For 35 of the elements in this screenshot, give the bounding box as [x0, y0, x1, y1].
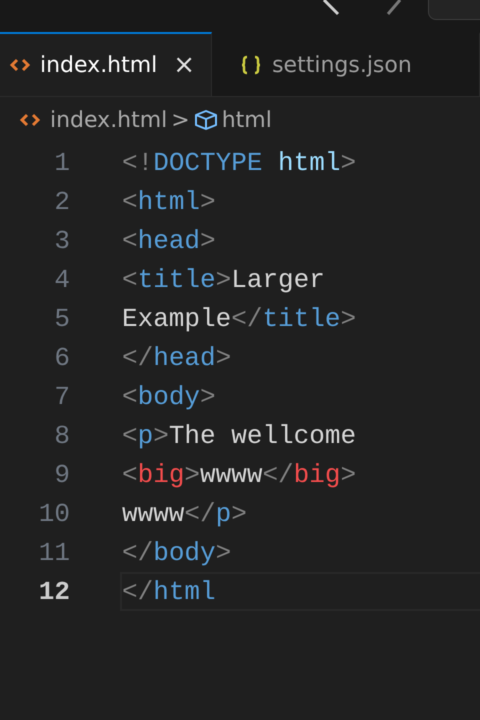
code-line: wwww</p>	[121, 498, 248, 530]
cube-icon	[194, 109, 218, 131]
line-number: 12	[38, 576, 70, 606]
editor-tab[interactable]: index.html ×	[0, 32, 212, 96]
line-number: 11	[38, 538, 70, 568]
code-line: </head>	[121, 342, 232, 374]
line-number: 8	[53, 420, 70, 450]
line-number: 5	[53, 304, 70, 334]
code-brackets-icon	[10, 57, 30, 73]
tab-label: index.html	[40, 52, 158, 78]
code-line: <head>	[121, 224, 217, 258]
code-line: <!DOCTYPE html>	[121, 146, 358, 180]
line-number: 7	[53, 382, 70, 412]
line-number: 9	[53, 460, 70, 490]
code-line: <title>Larger	[121, 264, 326, 296]
line-number: 1	[53, 148, 70, 178]
line-number: 10	[38, 498, 70, 528]
breadcrumb-item[interactable]: html	[222, 108, 272, 132]
breadcrumb-separator: >	[171, 108, 190, 132]
code-line: <big>wwww</big>	[121, 458, 358, 492]
code-brackets-icon	[20, 112, 40, 128]
code-line: Example</title>	[121, 302, 358, 336]
tab-label: settings.json	[272, 52, 412, 78]
line-number: 2	[53, 186, 70, 216]
breadcrumb-item[interactable]: index.html	[50, 108, 168, 132]
code-line: </html	[120, 572, 480, 611]
close-icon[interactable]: ×	[173, 50, 196, 80]
code-line: <p>The wellcome	[121, 420, 358, 452]
curly-braces-icon	[240, 55, 262, 75]
code-line: <html>	[121, 186, 217, 218]
code-line: </body>	[121, 536, 232, 570]
line-number: 6	[53, 342, 70, 372]
line-number: 3	[53, 226, 70, 256]
line-number: 4	[53, 264, 70, 294]
code-line: <body>	[121, 380, 217, 414]
